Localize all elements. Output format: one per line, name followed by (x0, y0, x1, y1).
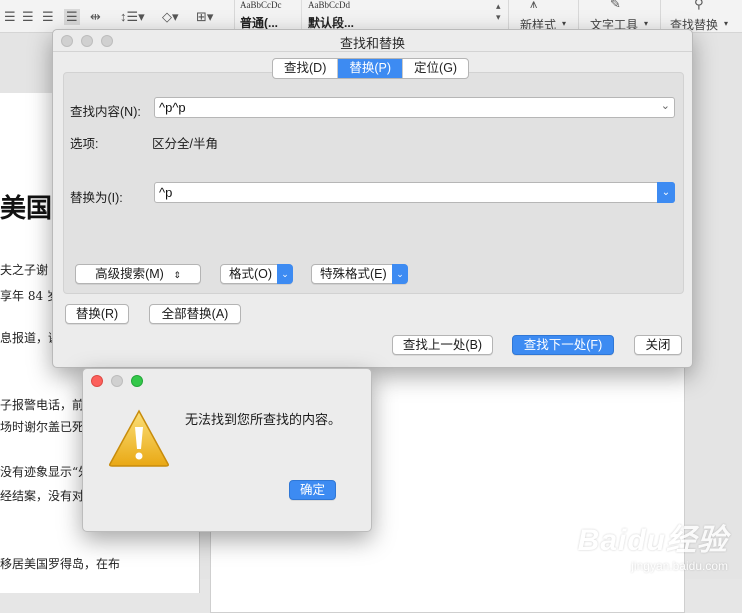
close-window-button[interactable] (91, 375, 103, 387)
borders-icon[interactable]: ⊞▾ (196, 9, 213, 25)
doc-line: 经结案，没有对 (0, 489, 85, 503)
format-label: 格式(O) (229, 267, 273, 281)
close-button[interactable]: 关闭 (634, 335, 682, 355)
dialog-titlebar[interactable]: 查找和替换 (53, 30, 692, 52)
advanced-search-label: 高级搜索(M) (95, 267, 164, 281)
chevron-down-icon: ⌄ (277, 264, 293, 284)
chevron-down-icon: ▾ (644, 19, 649, 28)
zoom-window-button[interactable] (131, 375, 143, 387)
alert-titlebar[interactable] (83, 369, 371, 391)
special-format-label: 特殊格式(E) (320, 267, 387, 281)
doc-line: 移居美国罗得岛，在布 (0, 557, 121, 571)
advanced-search-button[interactable]: 高级搜索(M) ⇕ (75, 264, 201, 284)
doc-line: 场时谢尔盖已死 (0, 420, 85, 434)
special-format-button[interactable]: 特殊格式(E) ⌄ (311, 264, 408, 284)
replace-value: ^p (159, 185, 173, 200)
find-input[interactable]: ^p^p ⌄ (154, 97, 675, 118)
chevron-down-icon: ⌄ (392, 264, 408, 284)
doc-line: 没有迹象显示“外 (0, 465, 91, 479)
doc-heading: 美国 (0, 194, 53, 224)
options-value: 区分全/半角 (152, 137, 218, 151)
align-right-icon[interactable]: ☰ (42, 9, 54, 25)
distribute-icon[interactable]: ⇹ (90, 9, 101, 25)
tab-find[interactable]: 查找(D) (273, 59, 339, 78)
replace-button[interactable]: 替换(R) (65, 304, 129, 324)
doc-line: 享年 84 岁 (0, 289, 59, 303)
dialog-title: 查找和替换 (339, 36, 405, 51)
chevron-down-icon: ▾ (562, 19, 567, 28)
find-value: ^p^p (159, 100, 186, 115)
align-left-icon[interactable]: ☰ (4, 9, 16, 25)
options-label: 选项: (70, 137, 99, 151)
updown-arrows-icon: ⇕ (173, 270, 181, 280)
warning-icon (109, 409, 169, 467)
replace-panel: 查找内容(N): ^p^p ⌄ 选项: 区分全/半角 替换为(I): ^p ⌄ … (63, 72, 684, 294)
find-previous-button[interactable]: 查找上一处(B) (392, 335, 493, 355)
text-tools-icon[interactable]: ✎ (610, 0, 621, 12)
replace-all-button[interactable]: 全部替换(A) (149, 304, 241, 324)
align-center-icon[interactable]: ☰ (22, 9, 34, 25)
new-style-icon[interactable]: ⩚ (530, 0, 537, 12)
format-button[interactable]: 格式(O) ⌄ (220, 264, 293, 284)
doc-line: 息报道，谢 (0, 331, 61, 345)
chevron-down-icon[interactable]: ⌄ (657, 182, 675, 203)
watermark-brand: Baidu经验 (577, 524, 728, 557)
find-replace-icon[interactable]: ⚲ (694, 0, 704, 12)
chevron-down-icon: ▾ (724, 19, 729, 28)
replace-input[interactable]: ^p ⌄ (154, 182, 675, 203)
styles-scroll-down-icon[interactable]: ▾ (496, 12, 501, 23)
shading-icon[interactable]: ◇▾ (162, 9, 179, 25)
find-next-button[interactable]: 查找下一处(F) (512, 335, 614, 355)
tab-goto[interactable]: 定位(G) (403, 59, 468, 78)
dialog-tabs: 查找(D) 替换(P) 定位(G) (272, 58, 470, 79)
not-found-alert: 无法找到您所查找的内容。 确定 (82, 368, 372, 532)
tab-replace[interactable]: 替换(P) (338, 59, 404, 78)
styles-scroll-up-icon[interactable]: ▴ (496, 1, 501, 12)
justify-icon[interactable]: ☰ (64, 9, 80, 25)
alert-message: 无法找到您所查找的内容。 (185, 412, 342, 427)
baidu-watermark: Baidu经验 jingyan.baidu.com (578, 515, 728, 573)
style-sample: AaBbCcDd (308, 0, 350, 10)
minimize-window-button[interactable] (111, 375, 123, 387)
style-sample: AaBbCcDc (240, 0, 282, 10)
replace-label: 替换为(I): (70, 191, 123, 205)
line-spacing-icon[interactable]: ↕☰▾ (120, 9, 145, 25)
find-replace-dialog: 查找和替换 查找内容(N): ^p^p ⌄ 选项: 区分全/半角 替换为(I):… (52, 29, 693, 368)
ok-button[interactable]: 确定 (289, 480, 336, 500)
find-label: 查找内容(N): (70, 105, 141, 119)
watermark-url: jingyan.baidu.com (631, 559, 728, 573)
doc-line: 夫之子谢 (0, 263, 49, 277)
doc-line: 子报警电话，前 (0, 398, 85, 412)
chevron-down-icon[interactable]: ⌄ (661, 99, 670, 112)
